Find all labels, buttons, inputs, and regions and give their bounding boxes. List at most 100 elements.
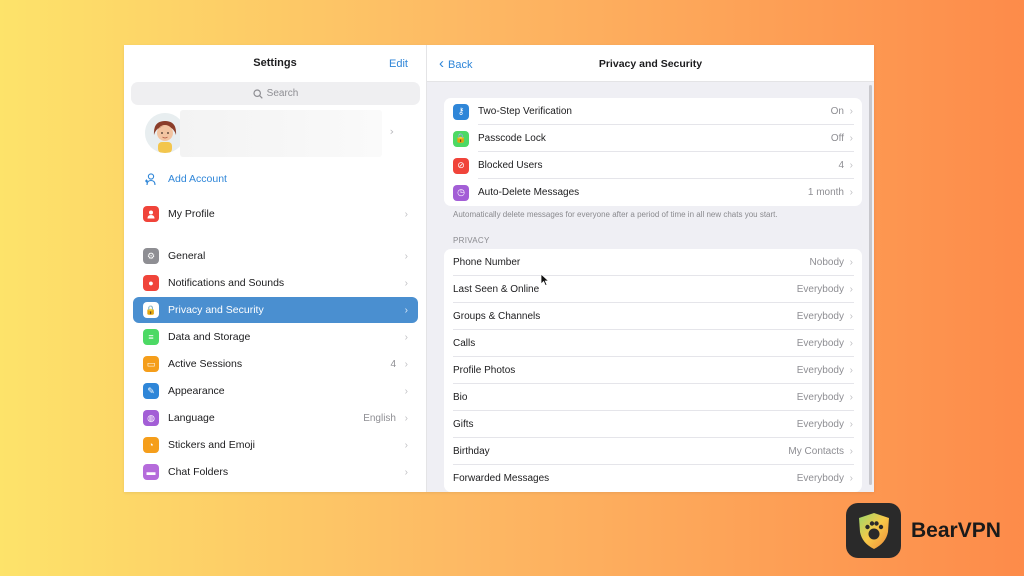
settings-row-two-step-verification[interactable]: ⚷ Two-Step Verification On › xyxy=(444,98,862,125)
gear-icon: ⚙ xyxy=(143,248,159,264)
settings-row-last-seen-online[interactable]: Last Seen & Online Everybody › xyxy=(444,276,862,303)
chevron-right-icon: › xyxy=(404,466,408,478)
add-account-button[interactable]: Add Account xyxy=(144,172,227,186)
row-label: Blocked Users xyxy=(478,160,543,171)
chevron-right-icon: › xyxy=(849,257,853,268)
sidebar-item-label: Chat Folders xyxy=(168,466,229,478)
chevron-right-icon: › xyxy=(404,304,408,316)
row-value: Everybody xyxy=(796,392,844,403)
settings-row-blocked-users[interactable]: ⊘ Blocked Users 4 › xyxy=(444,152,862,179)
settings-row-birthday[interactable]: Birthday My Contacts › xyxy=(444,438,862,465)
person-icon xyxy=(143,206,159,222)
row-label: Profile Photos xyxy=(453,365,516,376)
sidebar-item-appearance[interactable]: ✎ Appearance › xyxy=(133,378,418,404)
sidebar-item-chat-folders[interactable]: ▬ Chat Folders › xyxy=(133,459,418,485)
row-value: Nobody xyxy=(809,257,844,268)
settings-row-profile-photos[interactable]: Profile Photos Everybody › xyxy=(444,357,862,384)
sidebar-item-data-and-storage[interactable]: ≡ Data and Storage › xyxy=(133,324,418,350)
sidebar-item-general[interactable]: ⚙ General › xyxy=(133,243,418,269)
chevron-right-icon: › xyxy=(849,365,853,376)
chevron-right-icon: › xyxy=(404,250,408,262)
folder-icon: ▬ xyxy=(143,464,159,480)
search-icon xyxy=(253,88,263,99)
scrollbar[interactable] xyxy=(869,85,872,485)
row-label: Last Seen & Online xyxy=(453,284,540,295)
settings-window: Settings Edit Search › Add Account My Pr… xyxy=(124,45,874,492)
database-icon: ≡ xyxy=(143,329,159,345)
chevron-right-icon: › xyxy=(849,446,853,457)
settings-row-passcode-lock[interactable]: 🔒 Passcode Lock Off › xyxy=(444,125,862,152)
edit-button[interactable]: Edit xyxy=(389,58,408,70)
sidebar-item-label: Privacy and Security xyxy=(168,304,264,316)
add-person-icon xyxy=(145,173,156,186)
sidebar-item-label: Stickers and Emoji xyxy=(168,439,255,451)
timer-icon: ◷ xyxy=(453,184,469,201)
search-input[interactable]: Search xyxy=(131,82,420,105)
chevron-right-icon: › xyxy=(404,439,408,451)
settings-row-gifts[interactable]: Gifts Everybody › xyxy=(444,411,862,438)
row-label: Passcode Lock xyxy=(478,133,546,144)
chevron-right-icon: › xyxy=(404,331,408,343)
chevron-right-icon: › xyxy=(404,358,408,370)
row-label: Forwarded Messages xyxy=(453,473,550,484)
settings-row-auto-delete-messages[interactable]: ◷ Auto-Delete Messages 1 month › xyxy=(444,179,862,206)
brand-watermark: BearVPN xyxy=(846,503,1001,558)
row-label: Groups & Channels xyxy=(453,311,541,322)
chevron-right-icon: › xyxy=(849,419,853,430)
sidebar-item-label: General xyxy=(168,250,206,262)
row-value: Everybody xyxy=(796,473,844,484)
row-label: Bio xyxy=(453,392,468,403)
row-value: Everybody xyxy=(796,338,844,349)
settings-sidebar: Settings Edit Search › Add Account My Pr… xyxy=(124,45,427,492)
sidebar-item-active-sessions[interactable]: ▭ Active Sessions 4 › xyxy=(133,351,418,377)
chevron-right-icon: › xyxy=(849,284,853,295)
privacy-section-title: PRIVACY xyxy=(453,236,490,245)
chevron-right-icon: › xyxy=(849,106,853,117)
sidebar-item-notifications-and-sounds[interactable]: ● Notifications and Sounds › xyxy=(133,270,418,296)
laptop-icon: ▭ xyxy=(143,356,159,372)
row-value: On xyxy=(830,106,844,117)
privacy-security-pane: ‹ Back Privacy and Security ⚷ Two-Step Ve… xyxy=(427,45,874,492)
search-placeholder: Search xyxy=(266,88,299,99)
my-profile-label: My Profile xyxy=(168,208,215,220)
settings-row-phone-number[interactable]: Phone Number Nobody › xyxy=(444,249,862,276)
settings-row-groups-channels[interactable]: Groups & Channels Everybody › xyxy=(444,303,862,330)
row-label: Calls xyxy=(453,338,476,349)
settings-row-bio[interactable]: Bio Everybody › xyxy=(444,384,862,411)
sidebar-header: Settings Edit xyxy=(124,45,426,82)
account-row[interactable]: › xyxy=(142,110,412,158)
pane-title: Privacy and Security xyxy=(598,58,703,70)
sidebar-item-language[interactable]: ◍ Language English › xyxy=(133,405,418,431)
row-value: Everybody xyxy=(796,284,844,295)
chevron-right-icon: › xyxy=(849,473,853,484)
sidebar-item-value: 4 xyxy=(390,358,396,370)
chevron-right-icon: › xyxy=(404,208,408,220)
sidebar-item-label: Data and Storage xyxy=(168,331,251,343)
row-label: Birthday xyxy=(453,446,490,457)
pane-header: ‹ Back Privacy and Security xyxy=(427,45,874,82)
row-value: Everybody xyxy=(796,419,844,430)
auto-delete-note: Automatically delete messages for everyo… xyxy=(453,210,778,219)
sidebar-item-label: Appearance xyxy=(168,385,225,397)
my-profile-item[interactable]: My Profile › xyxy=(133,201,418,227)
chevron-right-icon: › xyxy=(849,160,853,171)
sidebar-item-value: English xyxy=(363,412,396,424)
sidebar-item-privacy-and-security[interactable]: 🔒 Privacy and Security › xyxy=(133,297,418,323)
sidebar-item-label: Notifications and Sounds xyxy=(168,277,285,289)
row-value: My Contacts xyxy=(788,446,844,457)
settings-row-calls[interactable]: Calls Everybody › xyxy=(444,330,862,357)
brush-icon: ✎ xyxy=(143,383,159,399)
bell-icon: ● xyxy=(143,275,159,291)
sidebar-item-label: Language xyxy=(168,412,215,424)
privacy-group: Phone Number Nobody › Last Seen & Online Eve… xyxy=(444,249,862,492)
avatar xyxy=(145,113,185,153)
account-name-redacted xyxy=(180,110,382,157)
chevron-right-icon: › xyxy=(404,277,408,289)
row-value: Everybody xyxy=(796,311,844,322)
chevron-right-icon: › xyxy=(404,412,408,424)
row-value: Everybody xyxy=(796,365,844,376)
sidebar-item-stickers-and-emoji[interactable]: ◔ Stickers and Emoji › xyxy=(133,432,418,458)
row-label: Auto-Delete Messages xyxy=(478,187,580,198)
settings-row-forwarded-messages[interactable]: Forwarded Messages Everybody › xyxy=(444,465,862,492)
chevron-right-icon: › xyxy=(849,311,853,322)
